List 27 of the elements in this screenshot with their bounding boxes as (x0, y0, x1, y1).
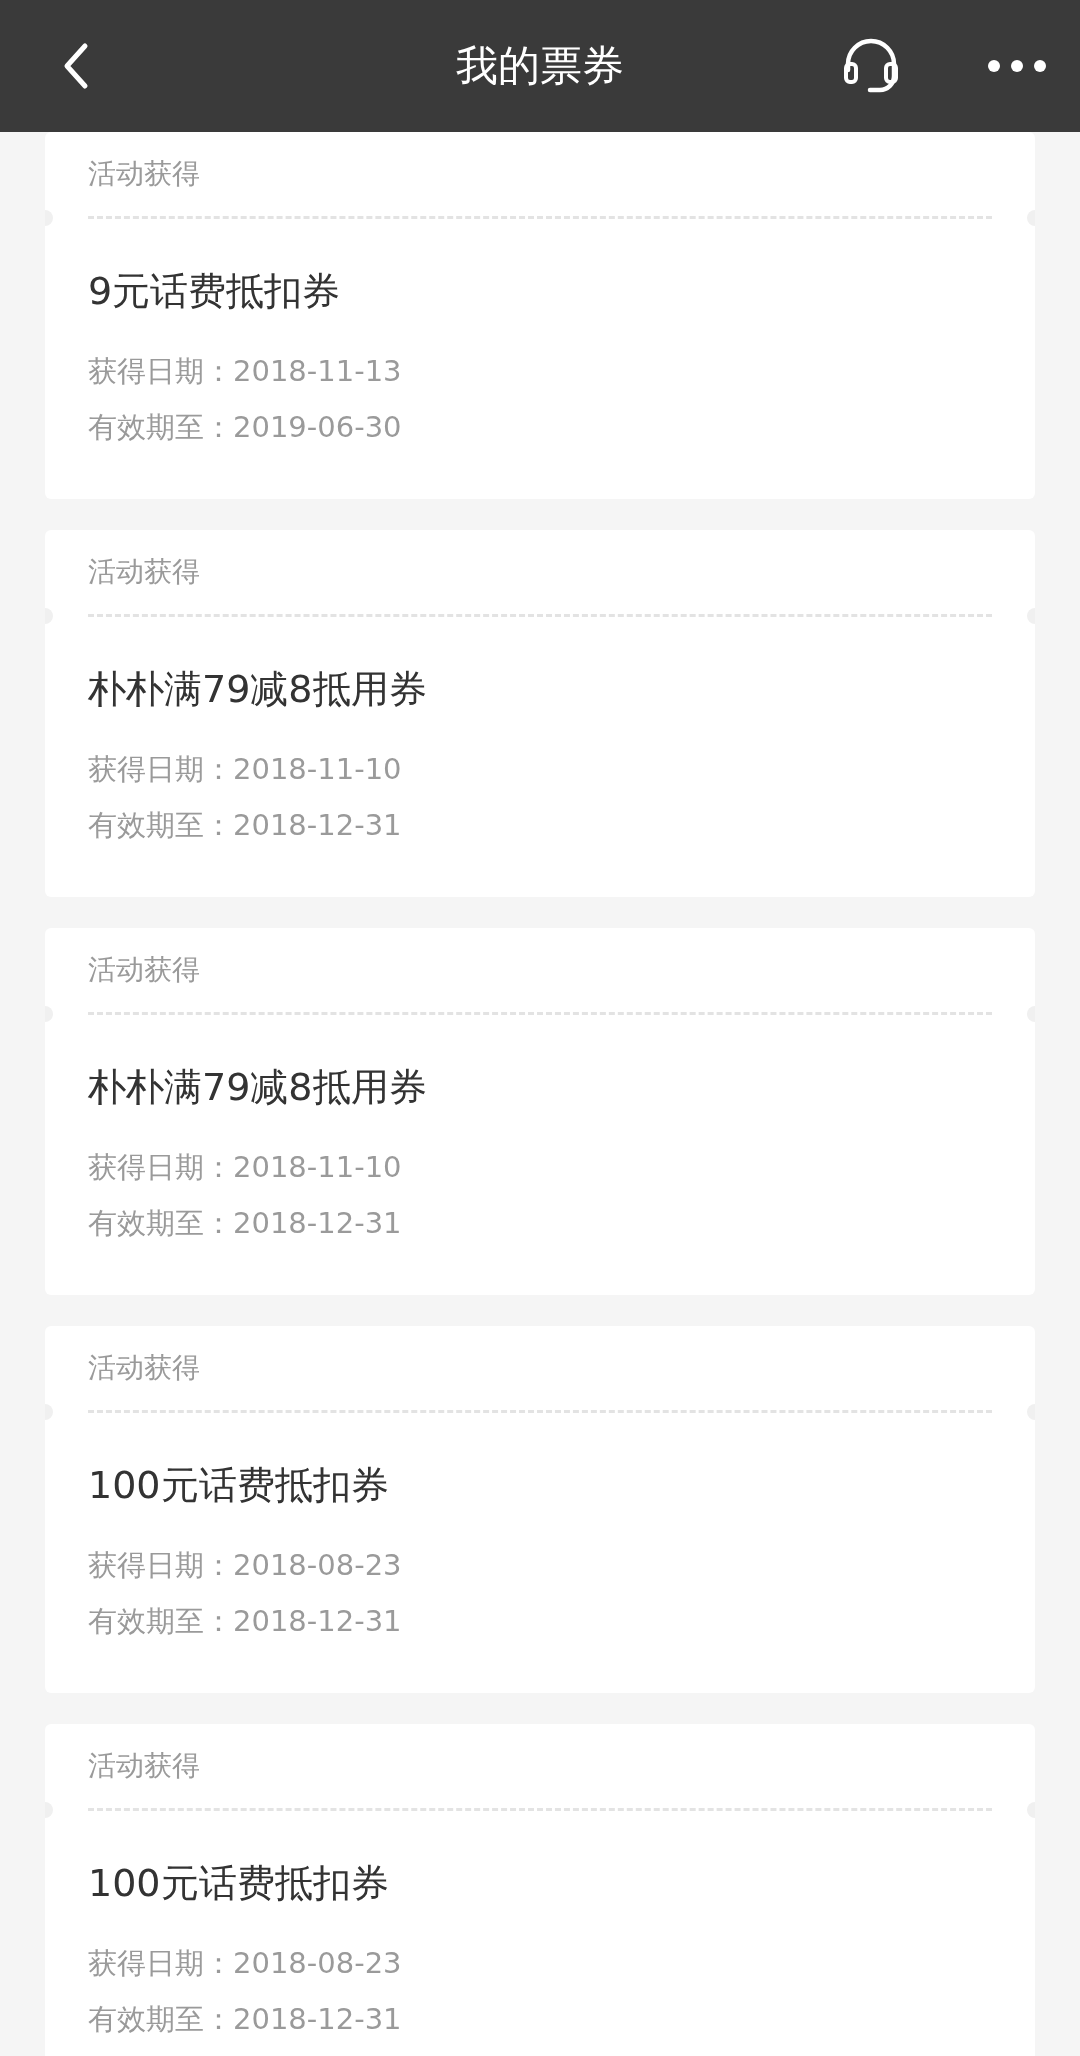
coupon-source: 活动获得 (88, 1350, 200, 1386)
coupon-card[interactable]: 活动获得 100元话费抵扣券 获得日期：2018-08-23 有效期至：2018-12-31 (45, 1326, 1035, 1693)
coupon-source: 活动获得 (88, 952, 200, 988)
coupon-card[interactable]: 活动获得 100元话费抵扣券 获得日期：2018-08-23 有效期至：2018-12-31 (45, 1724, 1035, 2056)
coupon-name: 朴朴满79减8抵用券 (88, 1064, 428, 1111)
coupon-name: 9元话费抵扣券 (88, 268, 342, 315)
obtained-date: 获得日期：2018-11-10 (88, 1149, 403, 1186)
coupon-source: 活动获得 (88, 1748, 200, 1784)
coupon-source: 活动获得 (88, 554, 200, 590)
obtained-date: 获得日期：2018-11-10 (88, 751, 403, 788)
coupon-source: 活动获得 (88, 156, 200, 192)
expiry-date: 有效期至：2018-12-31 (88, 2001, 403, 2038)
coupon-card[interactable]: 活动获得 朴朴满79减8抵用券 获得日期：2018-11-10 有效期至：2018-12-31 (45, 928, 1035, 1295)
coupon-name: 朴朴满79减8抵用券 (88, 666, 428, 713)
page-title: 我的票券 (455, 40, 625, 92)
expiry-date: 有效期至：2019-06-30 (88, 409, 403, 446)
obtained-date: 获得日期：2018-08-23 (88, 1945, 403, 1982)
more-icon (987, 59, 1047, 73)
obtained-date: 获得日期：2018-11-13 (88, 353, 403, 390)
expiry-date: 有效期至：2018-12-31 (88, 1205, 403, 1242)
coupon-name: 100元话费抵扣券 (88, 1860, 390, 1907)
expiry-date: 有效期至：2018-12-31 (88, 807, 403, 844)
coupon-card[interactable]: 活动获得 朴朴满79减8抵用券 获得日期：2018-11-10 有效期至：2018-12-31 (45, 530, 1035, 897)
expiry-date: 有效期至：2018-12-31 (88, 1603, 403, 1640)
coupon-name: 100元话费抵扣券 (88, 1462, 390, 1509)
coupon-card[interactable]: 活动获得 9元话费抵扣券 获得日期：2018-11-13 有效期至：2019-06-30 (45, 132, 1035, 499)
obtained-date: 获得日期：2018-08-23 (88, 1547, 403, 1584)
